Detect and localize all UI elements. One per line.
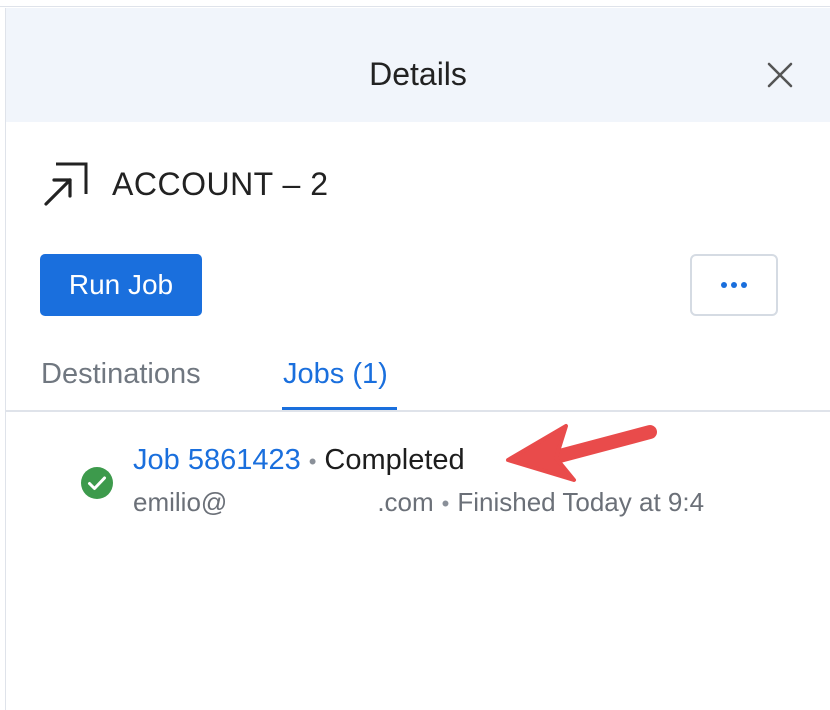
job-finished-time: Finished Today at 9:4 — [457, 487, 705, 517]
close-button[interactable] — [758, 53, 802, 97]
job-title-line: Job 5861423 • Completed — [133, 440, 465, 482]
account-heading: ACCOUNT – 2 — [40, 158, 329, 210]
more-horizontal-icon — [741, 282, 747, 288]
separator-dot: • — [441, 491, 450, 516]
open-in-new-icon — [44, 162, 88, 206]
close-icon[interactable] — [758, 53, 802, 97]
check-circle-icon — [81, 467, 113, 499]
job-status: Completed — [324, 444, 465, 476]
job-user-email-domain: .com — [377, 487, 434, 517]
separator-dot: • — [308, 449, 317, 474]
more-horizontal-icon — [721, 282, 727, 288]
tab-destinations[interactable]: Destinations — [41, 354, 201, 394]
top-border — [0, 6, 830, 7]
annotation-arrow-icon — [506, 424, 657, 482]
more-options-button[interactable] — [690, 254, 778, 316]
account-title: ACCOUNT – 2 — [112, 165, 329, 202]
details-panel: Details ACCOUNT – 2 Run Job Destinations… — [0, 0, 830, 710]
tab-bar: Destinations Jobs (1) — [6, 340, 830, 412]
details-header: Details — [6, 8, 830, 122]
tabs-divider — [6, 410, 830, 412]
run-job-button[interactable]: Run Job — [40, 254, 202, 316]
header-title: Details — [369, 56, 467, 92]
job-user-email-local: emilio@ — [133, 487, 228, 517]
tab-jobs[interactable]: Jobs (1) — [283, 354, 388, 394]
job-meta-line: emilio@ .com • Finished Today at 9:4 — [133, 482, 704, 524]
job-link[interactable]: Job 5861423 — [133, 444, 301, 476]
job-list-item: Job 5861423 • Completed emilio@ .com • Finish… — [80, 440, 800, 520]
more-horizontal-icon — [731, 282, 737, 288]
